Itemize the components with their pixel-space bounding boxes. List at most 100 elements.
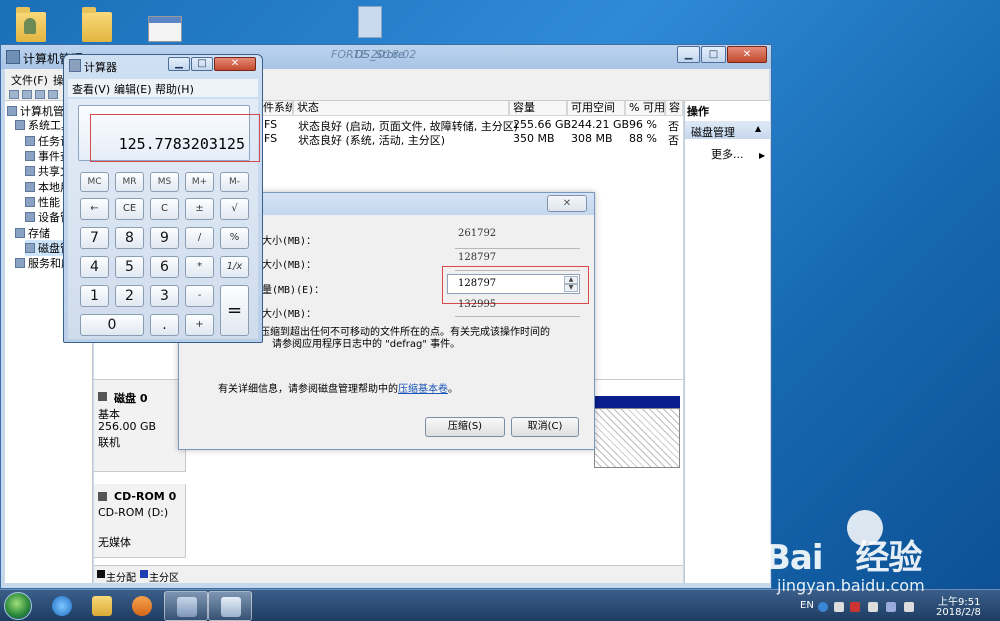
calc-key-divide[interactable]: / — [185, 227, 214, 249]
calc-key-8[interactable]: 8 — [115, 227, 144, 249]
calc-key-6[interactable]: 6 — [150, 256, 179, 278]
language-indicator[interactable]: EN — [800, 600, 814, 611]
legend-swatch-primary — [140, 570, 148, 578]
cm-minimize-button[interactable]: ▁ — [677, 46, 700, 63]
clock-icon — [25, 136, 35, 146]
network-icon[interactable] — [886, 602, 896, 612]
total-size-value: 261792 — [458, 228, 497, 239]
menu-file[interactable]: 文件(F) — [11, 72, 48, 88]
calc-key-7[interactable]: 7 — [80, 227, 109, 249]
calc-key-ms[interactable]: MS — [150, 172, 179, 192]
up-icon[interactable] — [35, 90, 45, 99]
cm-close-button[interactable]: ✕ — [727, 46, 767, 63]
volume-status: 状态良好 (系统, 活动, 主分区) — [298, 134, 446, 147]
calc-key-5[interactable]: 5 — [115, 256, 144, 278]
taskbar-computer-management[interactable] — [164, 591, 208, 621]
calc-key-reciprocal[interactable]: 1/x — [220, 256, 249, 278]
calc-key-4[interactable]: 4 — [80, 256, 109, 278]
calc-key-percent[interactable]: % — [220, 227, 249, 249]
calc-key-2[interactable]: 2 — [115, 285, 144, 307]
shared-folder-icon — [25, 166, 35, 176]
taskbar-media-player[interactable] — [120, 591, 164, 621]
properties-icon[interactable] — [48, 90, 58, 99]
cancel-button[interactable]: 取消(C) — [511, 417, 579, 437]
calc-key-equals[interactable]: = — [220, 285, 249, 336]
disk-icon — [98, 392, 107, 401]
calc-maximize-button[interactable]: □ — [191, 57, 213, 71]
column-percent-free[interactable]: % 可用 — [625, 101, 665, 116]
calc-key-mplus[interactable]: M+ — [185, 172, 214, 192]
calc-key-multiply[interactable]: * — [185, 256, 214, 278]
actions-more[interactable]: 更多... ▶ — [711, 146, 765, 162]
calc-key-decimal[interactable]: . — [150, 314, 179, 336]
calc-key-3[interactable]: 3 — [150, 285, 179, 307]
column-status[interactable]: 状态 — [293, 101, 509, 116]
cdrom-icon — [98, 492, 107, 501]
calc-key-sqrt[interactable]: √ — [220, 198, 249, 220]
calculator-icon — [69, 59, 81, 72]
clock-date[interactable]: 2018/2/8 — [936, 607, 981, 618]
screenshot-doc-icon[interactable] — [146, 4, 186, 48]
disk-0-partition[interactable] — [594, 408, 680, 468]
calc-menu-help[interactable]: 帮助(H) — [155, 81, 194, 97]
back-icon[interactable] — [9, 90, 19, 99]
cm-maximize-button[interactable]: □ — [701, 46, 726, 63]
volume-icon[interactable] — [904, 602, 914, 612]
actions-header: 操作 — [687, 105, 709, 118]
users-icon — [25, 182, 35, 192]
ds-store-file-icon[interactable] — [352, 2, 392, 46]
calc-key-mminus[interactable]: M- — [220, 172, 249, 192]
dialog-close-button[interactable]: ✕ — [547, 195, 587, 212]
calc-menu-view[interactable]: 查看(V) — [72, 81, 110, 97]
taskbar-calculator[interactable] — [208, 591, 252, 621]
total-size-label: 大小(MB)： — [262, 236, 317, 247]
ds-store-label: .DS_Store — [351, 48, 405, 61]
volume-fault: 否 — [668, 134, 679, 147]
calc-minimize-button[interactable]: ▁ — [168, 57, 190, 71]
calc-close-button[interactable]: ✕ — [214, 57, 256, 71]
column-fault-tolerance[interactable]: 容 — [665, 101, 683, 116]
calc-key-mr[interactable]: MR — [115, 172, 144, 192]
user-folder-icon[interactable] — [12, 4, 52, 48]
calc-key-c[interactable]: C — [150, 198, 179, 220]
ime-icon[interactable] — [834, 602, 844, 612]
taskbar-explorer[interactable] — [80, 591, 124, 621]
flag-icon[interactable] — [850, 602, 860, 612]
calc-key-0[interactable]: 0 — [80, 314, 144, 336]
collapse-icon[interactable]: ▲ — [755, 124, 761, 133]
tree-item-performance[interactable]: 性能 — [25, 194, 60, 210]
cdrom-0-label[interactable]: CD-ROM 0 CD-ROM (D:) 无媒体 — [94, 484, 186, 558]
help-icon[interactable] — [818, 602, 828, 612]
storage-icon — [15, 228, 25, 238]
calc-key-backspace[interactable]: ← — [80, 198, 109, 220]
actions-section[interactable]: 磁盘管理 ▲ — [685, 121, 770, 139]
tree-item-storage[interactable]: 存储 — [15, 225, 50, 241]
column-free-space[interactable]: 可用空间 — [567, 101, 625, 116]
disk-0-label[interactable]: 磁盘 0 基本 256.00 GB 联机 — [94, 380, 186, 472]
cdrom-0-status: 无媒体 — [98, 536, 131, 549]
calc-key-negate[interactable]: ± — [185, 198, 214, 220]
volume-capacity: 255.66 GB — [513, 118, 572, 131]
start-button[interactable] — [4, 592, 32, 620]
forward-icon[interactable] — [22, 90, 32, 99]
column-filesystem[interactable]: 件系统 — [259, 101, 293, 116]
calc-key-minus[interactable]: - — [185, 285, 214, 307]
performance-icon — [25, 197, 35, 207]
calc-key-ce[interactable]: CE — [115, 198, 144, 220]
battery-icon[interactable] — [868, 602, 878, 612]
clock-time[interactable]: 上午9:51 — [938, 593, 980, 608]
calc-key-mc[interactable]: MC — [80, 172, 109, 192]
column-capacity[interactable]: 容量 — [509, 101, 567, 116]
calc-key-1[interactable]: 1 — [80, 285, 109, 307]
folder-icon[interactable] — [78, 4, 118, 48]
divider — [455, 248, 580, 249]
shrink-button[interactable]: 压缩(S) — [425, 417, 505, 437]
taskbar-ie[interactable] — [40, 591, 84, 621]
ie-icon — [52, 596, 72, 616]
volume-capacity: 350 MB — [513, 132, 555, 145]
calc-key-9[interactable]: 9 — [150, 227, 179, 249]
calc-key-plus[interactable]: + — [185, 314, 214, 336]
calc-menu-edit[interactable]: 编辑(E) — [114, 81, 152, 97]
help-link[interactable]: 压缩基本卷 — [398, 384, 448, 395]
available-size-label: 大小(MB)： — [262, 260, 317, 271]
